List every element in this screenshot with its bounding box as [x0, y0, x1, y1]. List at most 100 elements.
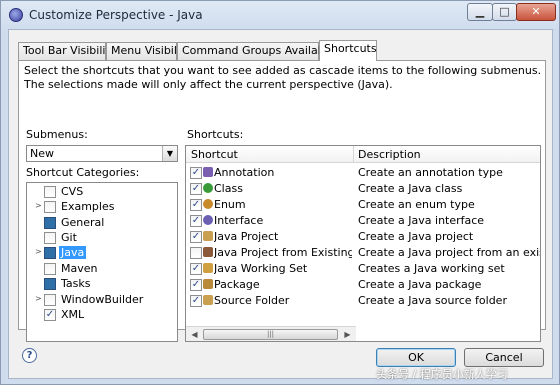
checkbox[interactable]	[44, 232, 56, 244]
source-folder-icon	[203, 295, 213, 305]
shortcut-description: Create an enum type	[358, 198, 475, 211]
column-divider[interactable]	[353, 146, 354, 163]
annotation-icon	[203, 167, 213, 177]
column-header-description[interactable]: Description	[358, 148, 421, 161]
partial-checkbox[interactable]	[44, 247, 56, 259]
expand-arrow-icon[interactable]: >	[35, 201, 42, 210]
table-row[interactable]: ✓ Interface Create a Java interface	[186, 213, 540, 229]
ant-project-icon	[203, 247, 213, 257]
category-row-git[interactable]: Git	[27, 230, 177, 245]
column-header-shortcut[interactable]: Shortcut	[191, 148, 238, 161]
submenus-dropdown[interactable]: New ▼	[26, 145, 178, 162]
table-row[interactable]: ✓ Source Folder Create a Java source fol…	[186, 293, 540, 309]
shortcut-description: Creates a Java working set	[358, 262, 505, 275]
shortcut-categories-tree[interactable]: CVS > Examples General Git > Java Maven …	[26, 182, 178, 342]
shortcut-name: Interface	[214, 214, 264, 227]
shortcut-name: Java Project	[214, 230, 279, 243]
shortcut-name: Enum	[214, 198, 246, 211]
category-label: XML	[61, 308, 85, 321]
table-row[interactable]: ✓ Class Create a Java class	[186, 181, 540, 197]
category-row-examples[interactable]: > Examples	[27, 199, 177, 214]
interface-icon	[203, 215, 213, 225]
shortcut-name: Java Project from Existing Ant...	[214, 246, 352, 259]
expand-arrow-icon[interactable]: >	[35, 294, 42, 303]
checkbox-checked[interactable]: ✓	[190, 263, 202, 275]
shortcut-description: Create a Java interface	[358, 214, 485, 227]
checkbox-checked[interactable]: ✓	[44, 309, 56, 321]
checkbox-checked[interactable]: ✓	[190, 215, 202, 227]
shortcut-name: Java Working Set	[214, 262, 308, 275]
watermark-text: 头条号 / 程序员小新人学习	[376, 368, 508, 381]
expand-arrow-icon[interactable]: >	[35, 247, 42, 256]
table-row[interactable]: ✓ Enum Create an enum type	[186, 197, 540, 213]
category-label: WindowBuilder	[61, 293, 144, 306]
category-label: Tasks	[61, 277, 91, 290]
category-label: Maven	[61, 262, 98, 275]
tab-command-groups-availability[interactable]: Command Groups Availability	[177, 42, 345, 60]
eclipse-app-icon	[9, 8, 23, 22]
category-label: Git	[61, 231, 77, 244]
shortcut-name: Class	[214, 182, 243, 195]
table-header: Shortcut Description	[186, 146, 540, 163]
title-bar[interactable]: Customize Perspective - Java ▁ □ ✕	[1, 1, 559, 29]
table-row[interactable]: ✓ Java Project Create a Java project	[186, 229, 540, 245]
category-row-cvs[interactable]: CVS	[27, 184, 177, 199]
shortcut-categories-label: Shortcut Categories:	[26, 166, 140, 179]
checkbox[interactable]	[44, 201, 56, 213]
table-row[interactable]: Java Project from Existing Ant... Create…	[186, 245, 540, 261]
category-label: CVS	[61, 185, 84, 198]
scroll-right-icon[interactable]: ▶	[340, 328, 355, 341]
chevron-down-icon[interactable]: ▼	[162, 146, 177, 161]
ok-button[interactable]: OK	[376, 348, 456, 367]
package-icon	[203, 279, 213, 289]
checkbox-checked[interactable]: ✓	[190, 183, 202, 195]
shortcuts-panel: Select the shortcuts that you want to se…	[18, 60, 546, 342]
shortcuts-label: Shortcuts:	[187, 128, 244, 141]
shortcut-description: Create a Java project from an existing A…	[358, 246, 540, 259]
description-text: Select the shortcuts that you want to se…	[24, 64, 542, 91]
tab-tool-bar-visibility[interactable]: Tool Bar Visibility	[18, 42, 116, 60]
checkbox[interactable]	[190, 247, 202, 259]
category-row-general[interactable]: General	[27, 215, 177, 230]
shortcut-description: Create a Java source folder	[358, 294, 507, 307]
checkbox[interactable]	[44, 294, 56, 306]
working-set-icon	[203, 263, 213, 273]
checkbox-checked[interactable]: ✓	[190, 279, 202, 291]
checkbox-checked[interactable]: ✓	[190, 295, 202, 307]
checkbox-checked[interactable]: ✓	[190, 231, 202, 243]
table-row[interactable]: ✓ Java Working Set Creates a Java workin…	[186, 261, 540, 277]
shortcut-name: Annotation	[214, 166, 275, 179]
category-row-windowbuilder[interactable]: > WindowBuilder	[27, 292, 177, 307]
partial-checkbox[interactable]	[44, 217, 56, 229]
category-row-xml[interactable]: ✓ XML	[27, 307, 177, 322]
category-label: General	[61, 216, 105, 229]
category-row-tasks[interactable]: Tasks	[27, 276, 177, 291]
category-row-maven[interactable]: Maven	[27, 261, 177, 276]
checkbox-checked[interactable]: ✓	[190, 167, 202, 179]
close-button[interactable]: ✕	[516, 3, 556, 21]
tab-shortcuts[interactable]: Shortcuts	[319, 40, 377, 61]
table-row[interactable]: ✓ Annotation Create an annotation type	[186, 165, 540, 181]
tab-menu-visibility[interactable]: Menu Visibility	[106, 42, 191, 60]
minimize-button[interactable]: ▁	[467, 3, 493, 21]
shortcut-description: Create an annotation type	[358, 166, 503, 179]
dialog-window: Customize Perspective - Java ▁ □ ✕ Tool …	[0, 0, 560, 385]
category-label: Java	[59, 246, 87, 259]
checkbox-checked[interactable]: ✓	[190, 199, 202, 211]
cancel-button[interactable]: Cancel	[464, 348, 544, 367]
partial-checkbox[interactable]	[44, 278, 56, 290]
shortcut-description: Create a Java class	[358, 182, 463, 195]
scrollbar-thumb[interactable]: |||	[203, 329, 338, 340]
help-icon[interactable]: ?	[22, 348, 37, 363]
checkbox[interactable]	[44, 263, 56, 275]
scroll-left-icon[interactable]: ◀	[187, 328, 202, 341]
enum-icon	[203, 199, 213, 209]
table-row[interactable]: ✓ Package Create a Java package	[186, 277, 540, 293]
category-row-java[interactable]: > Java	[27, 245, 177, 260]
shortcuts-table[interactable]: Shortcut Description ✓ Annotation Create…	[185, 145, 541, 342]
submenus-selected-value: New	[30, 147, 54, 160]
checkbox[interactable]	[44, 186, 56, 198]
horizontal-scrollbar[interactable]: ◀ ||| ▶	[186, 326, 356, 341]
java-project-icon	[203, 231, 213, 241]
maximize-button[interactable]: □	[492, 3, 517, 21]
